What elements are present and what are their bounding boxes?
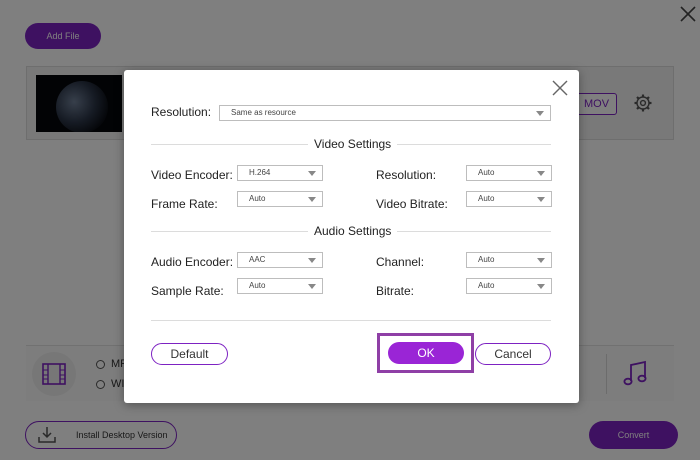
channel-value: Auto [478, 255, 495, 264]
channel-select[interactable]: Auto [466, 252, 552, 268]
video-bitrate-value: Auto [478, 194, 495, 203]
video-bitrate-label: Video Bitrate: [376, 197, 448, 211]
frame-rate-value: Auto [249, 194, 266, 203]
video-resolution-label: Resolution: [376, 168, 437, 182]
frame-rate-label: Frame Rate: [151, 197, 218, 211]
video-encoder-value: H.264 [249, 168, 271, 177]
audio-encoder-label: Audio Encoder: [151, 255, 234, 269]
chevron-down-icon [537, 258, 545, 263]
frame-rate-select[interactable]: Auto [237, 191, 323, 207]
video-resolution-value: Auto [478, 168, 495, 177]
sample-rate-select[interactable]: Auto [237, 278, 323, 294]
video-resolution-select[interactable]: Auto [466, 165, 552, 181]
chevron-down-icon [308, 197, 316, 202]
default-button[interactable]: Default [151, 343, 228, 365]
resolution-label: Resolution: [151, 105, 212, 119]
audio-settings-title: Audio Settings [308, 224, 398, 238]
settings-dialog: Resolution: Same as resource Video Setti… [124, 70, 579, 403]
chevron-down-icon [308, 258, 316, 263]
chevron-down-icon [537, 284, 545, 289]
sample-rate-label: Sample Rate: [151, 284, 224, 298]
chevron-down-icon [536, 111, 544, 116]
video-encoder-label: Video Encoder: [151, 168, 233, 182]
audio-bitrate-select[interactable]: Auto [466, 278, 552, 294]
audio-bitrate-value: Auto [478, 281, 495, 290]
audio-encoder-select[interactable]: AAC [237, 252, 323, 268]
resolution-select[interactable]: Same as resource [219, 105, 551, 121]
video-bitrate-select[interactable]: Auto [466, 191, 552, 207]
audio-bitrate-label: Bitrate: [376, 284, 415, 298]
video-encoder-select[interactable]: H.264 [237, 165, 323, 181]
chevron-down-icon [537, 197, 545, 202]
close-icon[interactable] [551, 79, 569, 97]
chevron-down-icon [308, 284, 316, 289]
resolution-value: Same as resource [231, 108, 296, 117]
channel-label: Channel: [376, 255, 425, 269]
ok-button[interactable]: OK [388, 342, 464, 364]
cancel-button[interactable]: Cancel [475, 343, 551, 365]
footer-divider [151, 320, 551, 321]
audio-encoder-value: AAC [249, 255, 266, 264]
sample-rate-value: Auto [249, 281, 266, 290]
video-settings-title: Video Settings [308, 137, 398, 151]
chevron-down-icon [537, 171, 545, 176]
chevron-down-icon [308, 171, 316, 176]
